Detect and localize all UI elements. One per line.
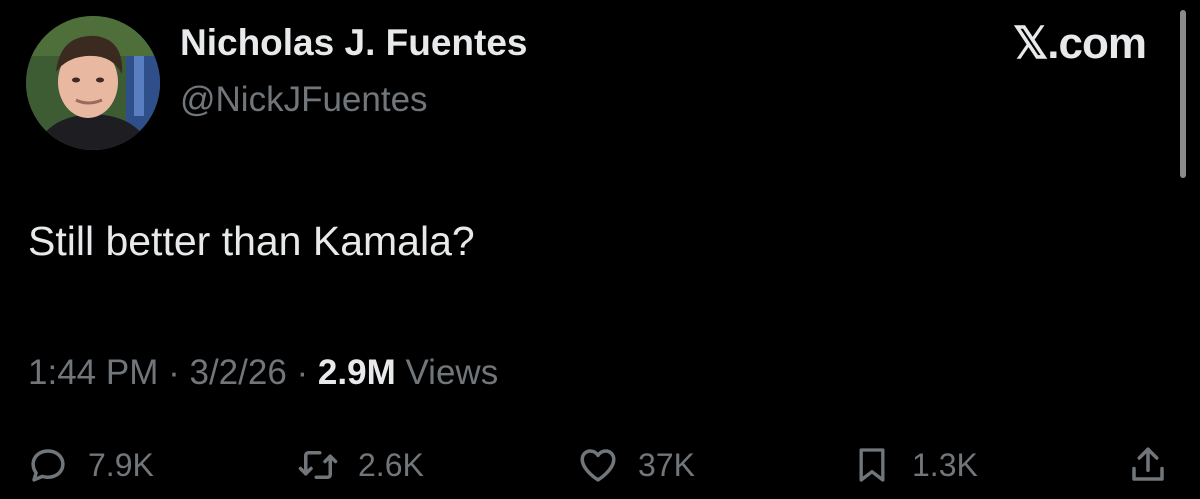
action-bar: 7.9K 2.6K 37K 1.3K [0, 440, 1200, 490]
meta-separator: · [296, 353, 309, 392]
repost-count: 2.6K [358, 446, 424, 483]
author-display-name[interactable]: Nicholas J. Fuentes [180, 22, 528, 64]
tweet-meta: 1:44 PM · 3/2/26 · 2.9M Views [28, 353, 498, 393]
reply-button[interactable]: 7.9K [26, 440, 154, 490]
repost-button[interactable]: 2.6K [296, 440, 424, 490]
site-logo: 𝕏.com [1012, 19, 1147, 68]
author-handle[interactable]: @NickJFuentes [180, 80, 428, 120]
share-icon [1126, 443, 1170, 487]
meta-separator: · [168, 353, 180, 392]
views-count: 2.9M [317, 353, 396, 392]
avatar-photo [26, 16, 160, 150]
heart-icon [576, 443, 620, 487]
repost-icon [296, 443, 340, 487]
bookmark-count: 1.3K [912, 446, 978, 483]
bookmark-icon [850, 443, 894, 487]
share-button[interactable] [1126, 440, 1170, 490]
tweet-text: Still better than Kamala? [28, 218, 475, 264]
tweet-time[interactable]: 1:44 PM [28, 353, 158, 392]
scrollbar[interactable] [1180, 10, 1186, 178]
views-label: Views [405, 353, 499, 392]
like-button[interactable]: 37K [576, 440, 695, 490]
bookmark-button[interactable]: 1.3K [850, 440, 978, 490]
like-count: 37K [638, 446, 695, 483]
tweet-date[interactable]: 3/2/26 [189, 353, 286, 392]
avatar[interactable] [26, 16, 160, 150]
reply-icon [26, 443, 70, 487]
reply-count: 7.9K [88, 446, 154, 483]
